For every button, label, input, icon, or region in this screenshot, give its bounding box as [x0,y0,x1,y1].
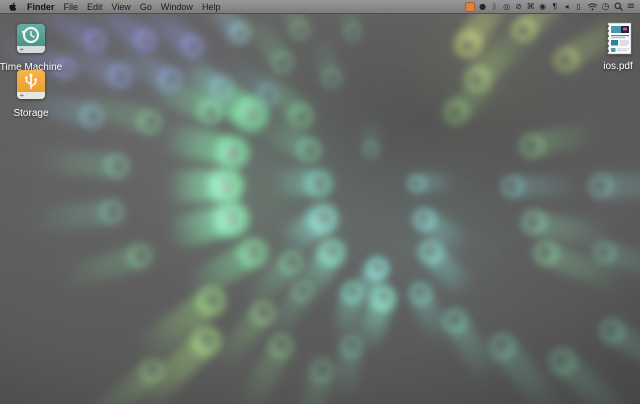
apple-menu-icon[interactable] [8,1,18,12]
notification-center-icon[interactable]: ≡ [627,1,635,13]
wifi-icon[interactable] [587,1,598,13]
clock-icon[interactable]: ◷ [602,1,610,13]
input-menu-icon[interactable]: ¶ [551,1,559,13]
orange-app-icon[interactable] [465,1,475,13]
macos-desktop: Finder File Edit View Go Window Help ● ᛒ… [0,0,640,404]
menu-item-help[interactable]: Help [202,2,221,12]
menu-bar: Finder File Edit View Go Window Help ● ᛒ… [0,0,640,14]
bluetooth-icon[interactable]: ᛒ [491,1,499,13]
volume-icon[interactable]: ◂ [563,1,571,13]
time-machine-drive-icon [13,22,49,61]
keyboard-shortcut-icon[interactable]: ⌘ [527,1,535,13]
menu-item-view[interactable]: View [112,2,131,12]
desktop-icon-time-machine[interactable]: Time Machine [0,22,63,73]
desktop-icon-storage[interactable]: Storage [0,68,63,119]
menu-bar-left: Finder File Edit View Go Window Help [0,1,220,12]
menu-item-file[interactable]: File [64,2,79,12]
menu-item-edit[interactable]: Edit [87,2,103,12]
menu-item-window[interactable]: Window [161,2,193,12]
spotlight-icon[interactable] [614,1,623,13]
user-menu-icon[interactable]: ◉ [539,1,547,13]
menu-item-go[interactable]: Go [140,2,152,12]
desktop-icon-ios-pdf[interactable]: ios.pdf [586,22,640,72]
eject-icon[interactable]: ◎ [503,1,511,13]
icon-label: Storage [13,108,48,119]
dot-status-icon[interactable]: ● [479,1,487,13]
sync-icon[interactable]: ⊘ [515,1,523,13]
desktop-wallpaper [0,0,640,404]
icon-label: ios.pdf [603,61,632,72]
menu-bar-status-area: ● ᛒ ◎ ⊘ ⌘ ◉ ¶ ◂ ▯ ◷ ≡ [465,1,640,13]
pdf-document-icon [605,22,632,60]
menu-item-finder[interactable]: Finder [27,2,55,12]
usb-drive-icon [13,68,49,107]
display-icon[interactable]: ▯ [575,1,583,13]
